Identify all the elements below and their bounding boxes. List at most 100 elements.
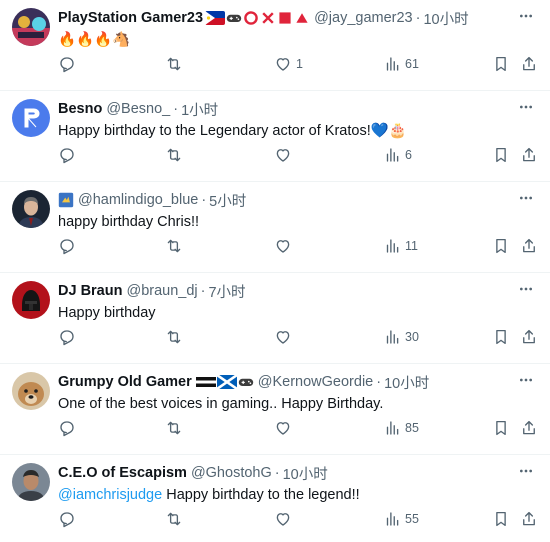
more-options-button[interactable] [516, 372, 536, 388]
avatar[interactable] [12, 463, 50, 501]
reply-button[interactable] [58, 145, 76, 165]
like-button[interactable] [274, 236, 296, 256]
name-emojis [205, 10, 310, 26]
display-name[interactable]: DJ Braun [58, 283, 122, 299]
reply-icon [58, 328, 76, 346]
reply-button[interactable] [58, 236, 76, 256]
like-button[interactable] [274, 327, 296, 347]
reply-button[interactable] [58, 54, 76, 74]
avatar[interactable] [12, 281, 50, 319]
bookmark-button[interactable] [492, 236, 510, 256]
view-count: 11 [405, 239, 418, 253]
more-options-button[interactable] [516, 190, 536, 206]
user-handle[interactable]: @GhostohG [191, 465, 272, 481]
reply-button[interactable] [58, 509, 76, 529]
reply-button[interactable] [58, 418, 76, 438]
reply-text: Happy birthday to the Legendary actor of… [58, 123, 407, 139]
reply-button[interactable] [58, 327, 76, 347]
post-time[interactable]: 10小时 [423, 8, 468, 29]
more-icon [518, 372, 534, 388]
heart-icon [274, 510, 292, 528]
more-options-button[interactable] [516, 463, 536, 479]
share-button[interactable] [520, 54, 538, 74]
heart-icon [274, 328, 292, 346]
display-name[interactable]: PlayStation Gamer23 [58, 10, 203, 26]
views-button[interactable]: 61 [383, 54, 419, 74]
post-time[interactable]: 5小时 [209, 190, 246, 211]
user-handle[interactable]: @braun_dj [126, 283, 197, 299]
display-name[interactable]: Grumpy Old Gamer [58, 374, 192, 390]
avatar[interactable] [12, 190, 50, 228]
share-icon [520, 510, 538, 528]
views-icon [383, 237, 401, 255]
reply-item[interactable]: DJ Braun @braun_dj · 7小时 Happy birthday … [0, 273, 550, 364]
bookmark-button[interactable] [492, 509, 510, 529]
post-time[interactable]: 1小时 [181, 99, 218, 120]
views-button[interactable]: 30 [383, 327, 419, 347]
more-options-button[interactable] [516, 281, 536, 297]
user-handle[interactable]: @hamlindigo_blue [78, 192, 198, 208]
post-time[interactable]: 7小时 [208, 281, 245, 302]
bookmark-icon [492, 419, 510, 437]
like-count: 1 [296, 57, 303, 71]
user-handle[interactable]: @Besno_ [106, 101, 170, 117]
user-handle[interactable]: @KernowGeordie [258, 374, 373, 390]
badge-icon [58, 192, 74, 208]
reply-item[interactable]: C.E.O of Escapism @GhostohG · 10小时 @iamc… [0, 455, 550, 542]
user-handle[interactable]: @jay_gamer23 [314, 10, 413, 26]
like-button[interactable] [274, 418, 296, 438]
heart-icon [274, 55, 292, 73]
reply-item[interactable]: PlayStation Gamer23 @jay_gamer23 · 10小时 … [0, 0, 550, 91]
bookmark-button[interactable] [492, 54, 510, 74]
mention-link[interactable]: @iamchrisjudge [58, 487, 162, 503]
reply-text: happy birthday Chris!! [58, 214, 200, 230]
bookmark-button[interactable] [492, 145, 510, 165]
display-name[interactable]: C.E.O of Escapism [58, 465, 187, 481]
bookmark-button[interactable] [492, 418, 510, 438]
retweet-icon [165, 55, 183, 73]
share-button[interactable] [520, 145, 538, 165]
views-icon [383, 146, 401, 164]
more-options-button[interactable] [516, 99, 536, 115]
bookmark-button[interactable] [492, 327, 510, 347]
reply-item[interactable]: @hamlindigo_blue · 5小时 happy birthday Ch… [0, 182, 550, 273]
retweet-button[interactable] [165, 236, 183, 256]
bookmark-icon [492, 146, 510, 164]
avatar[interactable] [12, 99, 50, 137]
views-icon [383, 55, 401, 73]
post-time[interactable]: 10小时 [283, 463, 328, 484]
like-button[interactable] [274, 509, 296, 529]
retweet-button[interactable] [165, 509, 183, 529]
more-options-button[interactable] [516, 8, 536, 24]
share-button[interactable] [520, 418, 538, 438]
post-time[interactable]: 10小时 [384, 372, 429, 393]
retweet-button[interactable] [165, 327, 183, 347]
share-button[interactable] [520, 509, 538, 529]
reply-header: C.E.O of Escapism @GhostohG · 10小时 [58, 463, 534, 483]
separator-dot: · [274, 465, 280, 481]
share-button[interactable] [520, 327, 538, 347]
views-button[interactable]: 6 [383, 145, 412, 165]
retweet-button[interactable] [165, 145, 183, 165]
share-button[interactable] [520, 236, 538, 256]
views-button[interactable]: 55 [383, 509, 419, 529]
retweet-icon [165, 419, 183, 437]
reply-item[interactable]: Grumpy Old Gamer @KernowGeordie · 10小时 O… [0, 364, 550, 455]
bookmark-icon [492, 237, 510, 255]
retweet-button[interactable] [165, 418, 183, 438]
like-button[interactable] [274, 145, 296, 165]
share-icon [520, 328, 538, 346]
like-button[interactable]: 1 [274, 54, 303, 74]
reply-item[interactable]: Besno @Besno_ · 1小时 Happy birthday to th… [0, 91, 550, 182]
share-icon [520, 419, 538, 437]
views-button[interactable]: 85 [383, 418, 419, 438]
views-icon [383, 419, 401, 437]
action-bar: 30 [58, 327, 536, 347]
more-icon [518, 8, 534, 24]
avatar[interactable] [12, 8, 50, 46]
views-button[interactable]: 11 [383, 236, 418, 256]
display-name[interactable]: Besno [58, 101, 102, 117]
retweet-button[interactable] [165, 54, 183, 74]
bookmark-icon [492, 55, 510, 73]
avatar[interactable] [12, 372, 50, 410]
